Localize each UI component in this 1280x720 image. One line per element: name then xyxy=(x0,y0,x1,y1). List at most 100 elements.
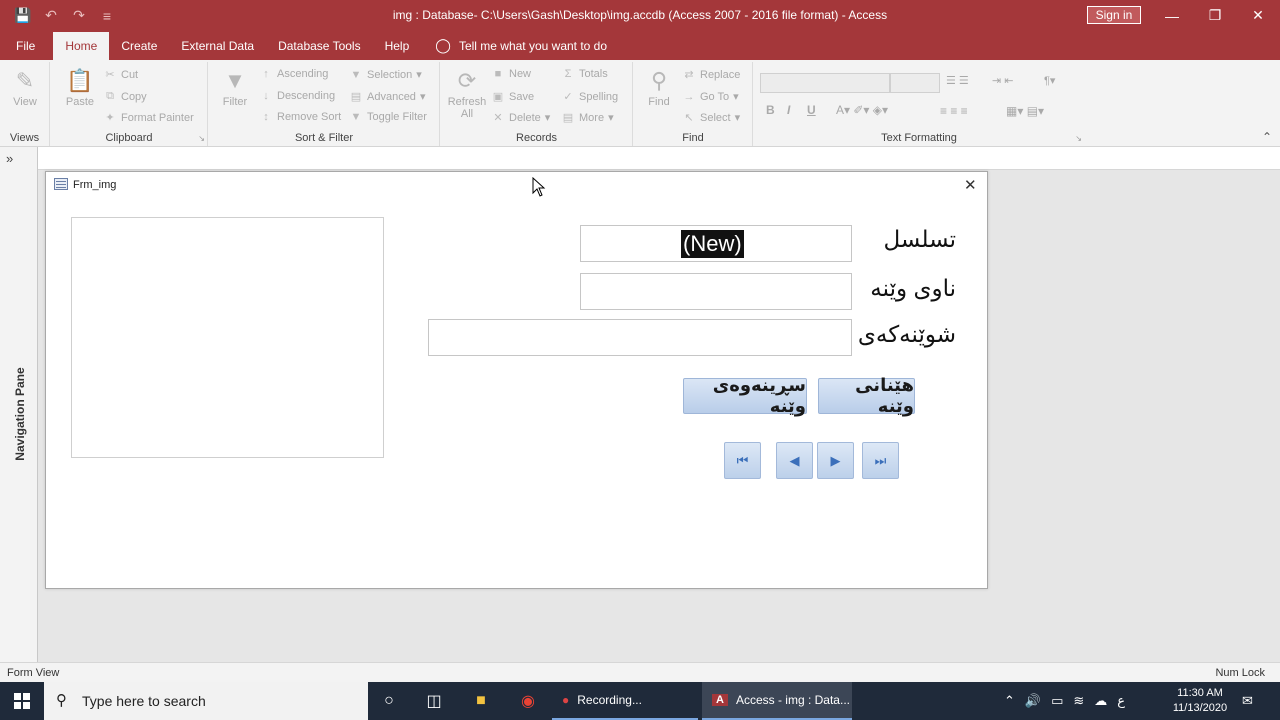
access-app-icon: A xyxy=(712,694,728,706)
tab-file[interactable]: File xyxy=(0,31,53,60)
cut-button[interactable]: ✂ Cut xyxy=(103,68,138,82)
location-field[interactable] xyxy=(428,319,852,356)
remove-sort-button[interactable]: ↕ Remove Sort xyxy=(259,111,341,123)
system-clock[interactable]: 11:30 AM 11/13/2020 xyxy=(1166,686,1234,716)
navigation-pane[interactable]: » Navigation Pane xyxy=(0,147,38,662)
group-find: ⚲ Find ⇄ Replace → Go To ▾ ↖ Select ▾ Find xyxy=(634,62,753,146)
tab-help[interactable]: Help xyxy=(373,31,422,60)
filter-button[interactable]: ▼ Filter xyxy=(215,66,255,108)
collapse-ribbon-icon[interactable]: ⌃ xyxy=(1262,130,1272,144)
paragraph-icon[interactable]: ¶▾ xyxy=(1044,74,1055,87)
expand-chevron-icon[interactable]: » xyxy=(6,151,13,166)
delete-image-button[interactable]: سڕینەوەی وێنە xyxy=(683,375,807,416)
form-close-icon[interactable]: ✕ xyxy=(964,176,977,194)
restore-button[interactable]: ❐ xyxy=(1193,0,1237,31)
find-button[interactable]: ⚲ Find xyxy=(639,66,679,108)
tell-me-box[interactable]: ◯ Tell me what you want to do xyxy=(421,31,607,60)
descending-button[interactable]: ↓ Descending xyxy=(259,90,335,102)
minimize-button[interactable]: — xyxy=(1150,0,1194,31)
gridlines-icon[interactable]: ▦▾ ▤▾ xyxy=(1006,104,1044,118)
font-size-box[interactable] xyxy=(890,73,940,93)
clock-date: 11/13/2020 xyxy=(1172,702,1228,714)
customize-qat-icon[interactable]: ≡ xyxy=(98,8,116,24)
taskbar-search-box[interactable]: ⚲ Type here to search xyxy=(44,682,368,720)
volume-icon[interactable]: 🔊 xyxy=(1025,693,1041,709)
serial-field[interactable]: (New) xyxy=(580,225,852,262)
serial-label: تسلسل xyxy=(883,226,956,252)
search-icon: ⚲ xyxy=(56,692,67,709)
tab-create[interactable]: Create xyxy=(109,31,169,60)
indent-icon[interactable]: ⇥ ⇤ xyxy=(992,74,1014,87)
tell-me-text: Tell me what you want to do xyxy=(458,38,608,53)
selection-button[interactable]: ▼ Selection ▾ xyxy=(349,68,422,82)
ascending-button[interactable]: ↑ Ascending xyxy=(259,68,328,80)
clipboard-launcher-icon[interactable]: ↘ xyxy=(198,134,205,143)
windows-icon xyxy=(14,693,30,709)
onedrive-icon[interactable]: ☁ xyxy=(1094,693,1107,709)
save-record-button[interactable]: ▣ Save xyxy=(491,90,534,104)
copy-button[interactable]: ⧉ Copy xyxy=(103,90,147,103)
start-button[interactable] xyxy=(0,682,44,720)
input-language[interactable]: ع xyxy=(1117,693,1125,709)
brush-icon: ✦ xyxy=(105,112,115,124)
view-button[interactable]: ✎ View xyxy=(5,66,45,108)
next-record-icon[interactable]: ▶ xyxy=(817,442,854,479)
save-icon[interactable]: 💾 xyxy=(14,7,32,24)
font-color-icon[interactable]: A▾ ✐▾ ◈▾ xyxy=(836,103,888,117)
ribbon-tabs: File Home Create External Data Database … xyxy=(0,31,1280,60)
bold-button[interactable]: B xyxy=(766,103,775,117)
chrome-icon[interactable]: ◉ xyxy=(505,682,551,720)
wifi-icon[interactable]: ≋ xyxy=(1073,693,1084,709)
tray-overflow-icon[interactable]: ⌃ xyxy=(1004,693,1015,709)
more-button[interactable]: ▤ More ▾ xyxy=(561,111,614,125)
redo-icon[interactable]: ↷ xyxy=(70,7,88,24)
toggle-filter-button[interactable]: ▼ Toggle Filter xyxy=(349,111,427,123)
first-record-icon[interactable]: ⏮ xyxy=(724,442,761,479)
tab-home[interactable]: Home xyxy=(53,32,110,60)
format-painter-button[interactable]: ✦ Format Painter xyxy=(103,111,193,125)
bullets-icon[interactable]: ☰ ☰ xyxy=(946,74,969,87)
taskbar: ⚲ Type here to search ○ ◫ ■ ◉ ● Recordin… xyxy=(0,682,1280,720)
select-button[interactable]: ↖ Select ▾ xyxy=(682,111,740,125)
scissors-icon: ✂ xyxy=(105,69,115,81)
replace-button[interactable]: ⇄ Replace xyxy=(682,68,740,82)
totals-button[interactable]: Σ Totals xyxy=(561,68,608,80)
sign-in-button[interactable]: Sign in xyxy=(1087,6,1141,24)
replace-icon: ⇄ xyxy=(684,69,694,81)
italic-button[interactable]: I xyxy=(787,103,790,117)
get-image-button[interactable]: هێنانی وێنە xyxy=(818,375,915,416)
underline-button[interactable]: U xyxy=(807,103,816,117)
cortana-icon[interactable]: ○ xyxy=(366,682,412,720)
sort-descending-icon: ↓ xyxy=(263,90,269,102)
more-icon: ▤ xyxy=(562,112,574,124)
battery-icon[interactable]: ▭ xyxy=(1051,693,1063,709)
new-record-button[interactable]: ■ New xyxy=(491,68,531,80)
taskbar-app-access[interactable]: A Access - img : Data... xyxy=(702,682,852,720)
spelling-icon: ✓ xyxy=(563,91,573,103)
notification-icon[interactable]: ✉ xyxy=(1242,682,1253,720)
delete-record-button[interactable]: ✕ Delete ▾ xyxy=(491,111,550,125)
previous-record-icon[interactable]: ◀ xyxy=(776,442,813,479)
taskbar-app-recording[interactable]: ● Recording... xyxy=(552,682,698,720)
last-record-icon[interactable]: ⏭ xyxy=(862,442,899,479)
font-name-box[interactable] xyxy=(760,73,890,93)
form-window: Frm_img ✕ (New) تسلسل ناوی وێنە شوێنەکەی… xyxy=(45,171,988,589)
align-icons[interactable]: ≡ ≡ ≡ xyxy=(940,104,968,118)
image-frame[interactable] xyxy=(71,217,384,458)
go-to-button[interactable]: → Go To ▾ xyxy=(682,90,739,104)
sort-ascending-icon: ↑ xyxy=(263,68,269,80)
task-view-icon[interactable]: ◫ xyxy=(411,682,457,720)
close-window-button[interactable]: ✕ xyxy=(1236,0,1280,31)
tab-external-data[interactable]: External Data xyxy=(169,31,266,60)
image-name-field[interactable] xyxy=(580,273,852,310)
spelling-button[interactable]: ✓ Spelling xyxy=(561,90,618,104)
selection-filter-icon: ▼ xyxy=(350,68,362,81)
navigation-pane-label: Navigation Pane xyxy=(13,367,27,461)
file-explorer-icon[interactable]: ■ xyxy=(458,682,504,720)
advanced-button[interactable]: ▤ Advanced ▾ xyxy=(349,90,426,104)
text-formatting-launcher-icon[interactable]: ↘ xyxy=(1075,134,1082,143)
tab-database-tools[interactable]: Database Tools xyxy=(266,31,373,60)
undo-icon[interactable]: ↶ xyxy=(42,7,60,24)
paste-button[interactable]: 📋 Paste xyxy=(60,66,100,108)
refresh-all-button[interactable]: ⟳ Refresh All xyxy=(447,66,487,120)
